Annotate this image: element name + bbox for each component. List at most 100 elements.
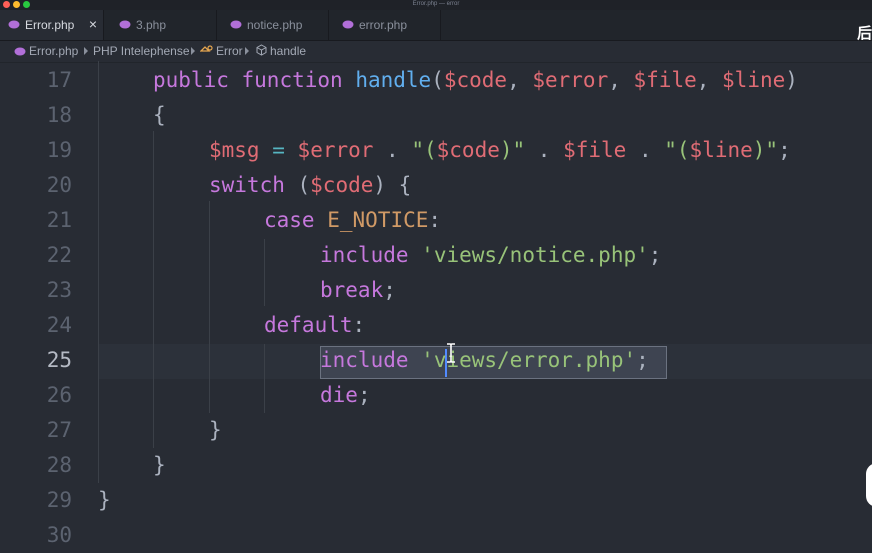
tab-label: 3.php bbox=[136, 18, 167, 32]
indent-guide bbox=[264, 239, 265, 306]
tab-notice-php[interactable]: notice.php bbox=[217, 10, 329, 40]
close-tab-icon[interactable]: × bbox=[89, 16, 97, 32]
code-token: ( bbox=[431, 68, 444, 92]
window-title: Error.php — error bbox=[412, 1, 460, 7]
code-token: include bbox=[320, 243, 409, 267]
code-token: . bbox=[373, 138, 412, 162]
code-token: 'views/notice.php' bbox=[421, 243, 649, 267]
line-number: 18 bbox=[46, 103, 72, 127]
line-number: 20 bbox=[46, 173, 72, 197]
php-file-icon bbox=[342, 20, 354, 29]
code-token: { bbox=[153, 103, 166, 127]
code-line[interactable]: include 'views/error.php'; bbox=[320, 343, 649, 378]
php-file-icon bbox=[230, 20, 242, 29]
code-token: function bbox=[241, 68, 343, 92]
line-number: 19 bbox=[46, 138, 72, 162]
chevron-right-icon bbox=[245, 47, 249, 55]
code-token: $file bbox=[563, 138, 627, 162]
line-number: 29 bbox=[46, 488, 72, 512]
code-line[interactable]: include 'views/notice.php'; bbox=[320, 238, 661, 273]
tab-error-php[interactable]: error.php bbox=[329, 10, 441, 40]
code-token: ) bbox=[785, 68, 798, 92]
code-token: "( bbox=[411, 138, 437, 162]
code-line[interactable]: } bbox=[209, 413, 222, 448]
tab-label: notice.php bbox=[247, 18, 303, 32]
code-token: ; bbox=[357, 383, 371, 407]
code-token: $line bbox=[722, 68, 786, 92]
code-token: } bbox=[153, 453, 166, 477]
breadcrumb-method[interactable]: handle bbox=[256, 44, 306, 58]
code-token: $line bbox=[689, 138, 753, 162]
line-number: 28 bbox=[46, 453, 72, 477]
code-token: } bbox=[209, 418, 222, 442]
code-token: include bbox=[320, 348, 409, 372]
code-token: ; bbox=[383, 278, 396, 302]
code-token: . bbox=[525, 138, 564, 162]
code-line[interactable]: switch ($code) { bbox=[209, 168, 411, 203]
code-token: ; bbox=[636, 348, 649, 372]
code-token: : bbox=[352, 313, 366, 337]
code-line[interactable]: case E_NOTICE: bbox=[264, 203, 441, 238]
code-token: , bbox=[696, 68, 723, 92]
code-line[interactable]: die; bbox=[320, 378, 371, 413]
code-token: die bbox=[320, 383, 358, 407]
ibeam-cursor-icon bbox=[447, 343, 455, 363]
code-token: , bbox=[608, 68, 634, 92]
code-token: handle bbox=[355, 68, 432, 92]
code-token: . bbox=[626, 138, 665, 162]
breadcrumb-namespace[interactable]: PHP Intelephense bbox=[93, 44, 190, 58]
code-line[interactable]: } bbox=[98, 483, 111, 518]
tab-3-php[interactable]: 3.php bbox=[104, 10, 217, 40]
tab-error-php-active[interactable]: Error.php × bbox=[0, 10, 104, 40]
code-token: ) { bbox=[373, 173, 412, 197]
tab-label: error.php bbox=[359, 18, 408, 32]
code-editor[interactable]: 17 public function handle($code, $error, … bbox=[0, 61, 872, 547]
code-token: = bbox=[272, 138, 285, 162]
breadcrumb-method-label: handle bbox=[270, 44, 307, 58]
breadcrumb-file[interactable]: Error.php bbox=[14, 44, 78, 58]
code-token: default bbox=[264, 313, 353, 337]
code-token: E_NOTICE bbox=[327, 208, 429, 232]
method-cube-icon bbox=[256, 44, 267, 56]
tab-bar: Error.php × 3.php notice.php error.php 后 bbox=[0, 10, 872, 42]
breadcrumb-class[interactable]: Error bbox=[199, 44, 243, 58]
line-number: 25 bbox=[46, 348, 72, 372]
code-line[interactable]: default: bbox=[264, 308, 365, 343]
code-token: case bbox=[264, 208, 315, 232]
code-token: switch bbox=[209, 173, 285, 197]
code-token: , bbox=[507, 68, 533, 92]
chevron-right-icon bbox=[191, 47, 195, 55]
line-number: 17 bbox=[46, 68, 72, 92]
code-token: $code bbox=[310, 173, 374, 197]
code-token: public bbox=[153, 68, 229, 92]
code-line[interactable]: break; bbox=[320, 273, 396, 308]
code-token: $error bbox=[297, 138, 374, 162]
code-line[interactable]: { bbox=[153, 98, 166, 133]
code-token: ; bbox=[648, 243, 662, 267]
code-token: $code bbox=[436, 138, 500, 162]
code-line[interactable]: public function handle($code, $error, $f… bbox=[153, 63, 798, 98]
php-file-icon bbox=[8, 20, 20, 29]
breadcrumb-file-label: Error.php bbox=[29, 44, 79, 58]
code-token: $msg bbox=[209, 138, 260, 162]
floating-widget-edge[interactable] bbox=[866, 463, 872, 507]
code-token: } bbox=[98, 488, 111, 512]
line-number: 22 bbox=[46, 243, 72, 267]
line-number: 30 bbox=[46, 523, 72, 547]
code-token: break bbox=[320, 278, 384, 302]
code-line[interactable]: $msg = $error . "($code)" . $file . "($l… bbox=[209, 133, 791, 168]
chevron-right-icon bbox=[84, 47, 88, 55]
line-number: 27 bbox=[46, 418, 72, 442]
breadcrumb: Error.php PHP Intelephense Error handle bbox=[0, 41, 872, 63]
code-line[interactable]: } bbox=[153, 448, 166, 483]
code-token: )" bbox=[499, 138, 526, 162]
code-token: : bbox=[428, 208, 442, 232]
line-number: 24 bbox=[46, 313, 72, 337]
line-number: 23 bbox=[46, 278, 72, 302]
indent-guide bbox=[98, 61, 99, 483]
